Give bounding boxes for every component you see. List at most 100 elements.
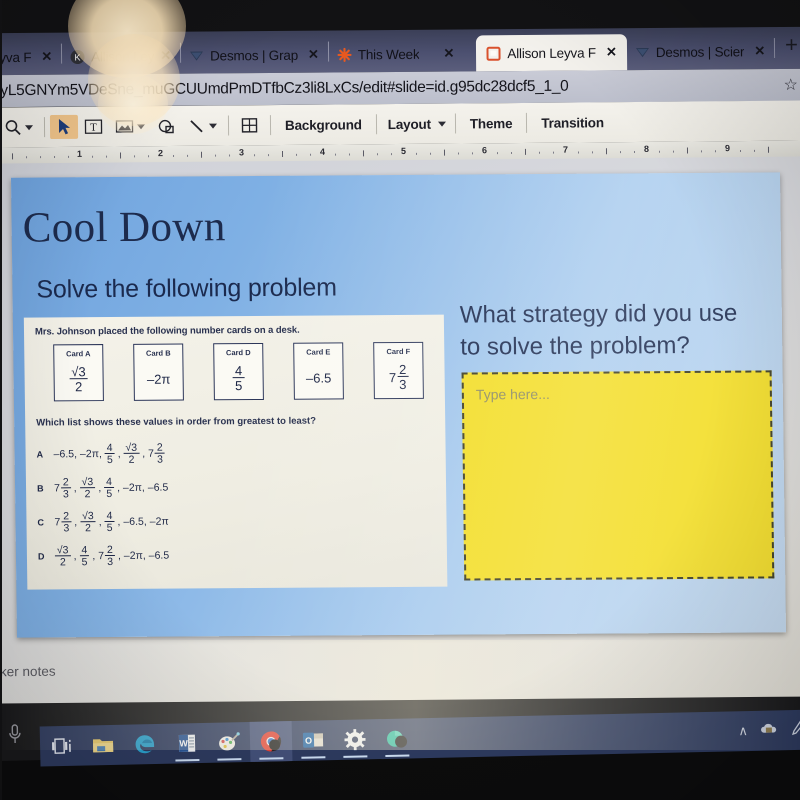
svg-text:K: K bbox=[75, 52, 81, 62]
settings-icon[interactable] bbox=[334, 719, 377, 760]
url-text[interactable]: 7yL5GNYm5VDeSne_muGCUUmdPmDTfbCz3li8LxCs… bbox=[0, 78, 569, 101]
browser-tab-3[interactable]: This Week ✕ bbox=[329, 35, 477, 72]
answer-textbox[interactable]: Type here... bbox=[461, 370, 775, 581]
transition-button[interactable]: Transition bbox=[532, 115, 613, 131]
theme-button[interactable]: Theme bbox=[461, 115, 522, 131]
onedrive-icon[interactable] bbox=[760, 720, 778, 741]
browser-tab-0[interactable]: eyva F ✕ bbox=[0, 39, 61, 76]
browser-tab-label: Allison Leyva F bbox=[507, 44, 596, 61]
zoom-tool-button[interactable] bbox=[0, 115, 39, 139]
slides-toolbar[interactable]: T Background Layout Theme Transition bbox=[0, 100, 800, 148]
number-card-b: Card B –2π bbox=[133, 343, 184, 401]
fraction-denominator: 3 bbox=[399, 376, 407, 392]
browser-tab-4[interactable]: Allison Leyva F ✕ bbox=[476, 34, 627, 72]
toolbar-divider bbox=[269, 115, 272, 136]
image-tool-button[interactable] bbox=[109, 114, 151, 138]
answer-choice-b[interactable]: B 723, √3 2, 45, –2π, –6.5 bbox=[37, 469, 432, 506]
bookmark-star-icon[interactable]: ☆ bbox=[784, 75, 799, 95]
card-value: 45 bbox=[232, 357, 245, 399]
chrome-icon[interactable] bbox=[249, 721, 293, 762]
system-tray[interactable]: ∧ bbox=[738, 718, 800, 743]
close-icon[interactable]: ✕ bbox=[443, 46, 454, 62]
close-icon[interactable]: ✕ bbox=[606, 44, 617, 60]
paint-3d-icon[interactable] bbox=[208, 722, 251, 763]
layout-label: Layout bbox=[387, 116, 431, 132]
chevron-down-icon[interactable] bbox=[208, 123, 218, 129]
problem-image[interactable]: Mrs. Johnson placed the following number… bbox=[23, 314, 448, 590]
outlook-icon[interactable]: O bbox=[292, 720, 335, 761]
close-icon[interactable]: ✕ bbox=[308, 47, 319, 63]
speaker-notes-label[interactable]: ker notes bbox=[0, 664, 56, 680]
file-explorer-icon[interactable] bbox=[82, 725, 125, 766]
pen-icon[interactable] bbox=[790, 718, 800, 741]
page-title[interactable]: Cool Down bbox=[22, 202, 226, 252]
answer-placeholder: Type here... bbox=[475, 385, 550, 403]
toolbar-divider bbox=[526, 112, 528, 133]
background-button[interactable]: Background bbox=[276, 117, 371, 133]
close-icon[interactable]: ✕ bbox=[754, 43, 765, 59]
ruler-number: 2 bbox=[157, 148, 164, 159]
browser-tab-label: Desmos | Grap bbox=[209, 47, 299, 63]
card-label: Card B bbox=[145, 348, 171, 358]
choice-values: 723, √3 2, 45, –2π, –6.5 bbox=[53, 475, 169, 501]
toolbar-divider bbox=[375, 114, 377, 135]
choice-letter: C bbox=[37, 517, 45, 528]
search-icon bbox=[5, 120, 21, 135]
table-icon bbox=[241, 118, 258, 133]
ruler-number: 5 bbox=[400, 145, 407, 157]
layout-button[interactable]: Layout bbox=[382, 116, 450, 132]
toolbar-divider bbox=[43, 117, 46, 138]
teams-icon[interactable] bbox=[376, 718, 419, 759]
browser-tab-label: This Week bbox=[357, 46, 420, 62]
problem-question: Which list shows these values in order f… bbox=[36, 415, 317, 429]
asterisk-icon bbox=[337, 47, 352, 62]
answer-choice-d[interactable]: D √3 2, 45, 723, –2π, –6.5 bbox=[38, 537, 433, 574]
answer-choice-c[interactable]: C 723, √3 2, 45, –6.5, –2π bbox=[37, 503, 432, 540]
ruler-number: 7 bbox=[562, 144, 569, 155]
cursor-arrow-icon bbox=[58, 118, 71, 135]
card-value: 723 bbox=[389, 356, 409, 398]
close-icon[interactable]: ✕ bbox=[160, 48, 171, 64]
select-tool-button[interactable] bbox=[49, 114, 79, 140]
show-hidden-icons-chevron[interactable]: ∧ bbox=[738, 723, 748, 739]
browser-tab-5[interactable]: Desmos | Scier ✕ bbox=[627, 33, 775, 70]
ruler-number: 1 bbox=[76, 148, 83, 159]
card-value: –6.5 bbox=[305, 369, 332, 386]
microphone-icon[interactable] bbox=[8, 724, 23, 751]
new-tab-button[interactable]: + bbox=[775, 32, 800, 62]
choice-values: 723, √3 2, 45, –6.5, –2π bbox=[54, 509, 169, 535]
card-label: Card A bbox=[66, 349, 91, 359]
answer-choices: A –6.5, –2π, 45, √3 2, 723 B 723, √3 2, 45, bbox=[36, 435, 433, 574]
ruler-number: 4 bbox=[319, 146, 326, 157]
answer-choice-a[interactable]: A –6.5, –2π, 45, √3 2, 723 bbox=[36, 435, 431, 472]
ruler-number: 6 bbox=[481, 145, 488, 156]
line-tool-button[interactable] bbox=[182, 114, 223, 138]
monitor-photo: eyva F ✕ K Allison Leyva ✕ Desmos | Grap… bbox=[0, 0, 800, 800]
browser-tab-1[interactable]: K Allison Leyva ✕ bbox=[62, 38, 180, 75]
choice-letter: B bbox=[36, 483, 44, 494]
shape-tool-button[interactable] bbox=[151, 114, 182, 138]
number-card-f: Card F 723 bbox=[373, 341, 424, 400]
edge-icon[interactable] bbox=[124, 724, 167, 765]
chevron-down-icon[interactable] bbox=[24, 124, 34, 130]
svg-text:O: O bbox=[304, 736, 311, 746]
strategy-question[interactable]: What strategy did you use to solve the p… bbox=[460, 297, 761, 362]
browser-tab-strip[interactable]: eyva F ✕ K Allison Leyva ✕ Desmos | Grap… bbox=[0, 26, 800, 76]
problem-stem: Mrs. Johnson placed the following number… bbox=[34, 324, 300, 338]
table-tool-button[interactable] bbox=[234, 113, 265, 137]
chevron-down-icon[interactable] bbox=[136, 123, 146, 129]
image-icon bbox=[115, 120, 134, 133]
desmos-icon bbox=[189, 48, 204, 63]
textbox-tool-button[interactable]: T bbox=[78, 115, 109, 139]
slide-canvas[interactable]: Cool Down Solve the following problem Mr… bbox=[10, 172, 787, 638]
browser-tab-2[interactable]: Desmos | Grap ✕ bbox=[181, 37, 328, 74]
text-box-icon: T bbox=[84, 119, 103, 134]
word-icon[interactable]: W bbox=[166, 723, 209, 764]
slide-subtitle[interactable]: Solve the following problem bbox=[36, 273, 337, 304]
ruler-number: 8 bbox=[643, 143, 650, 154]
close-icon[interactable]: ✕ bbox=[41, 49, 52, 65]
chevron-down-icon[interactable] bbox=[437, 121, 446, 127]
fraction-numerator: 2 bbox=[396, 361, 409, 378]
task-view-icon[interactable] bbox=[40, 726, 83, 767]
line-icon bbox=[190, 120, 203, 133]
